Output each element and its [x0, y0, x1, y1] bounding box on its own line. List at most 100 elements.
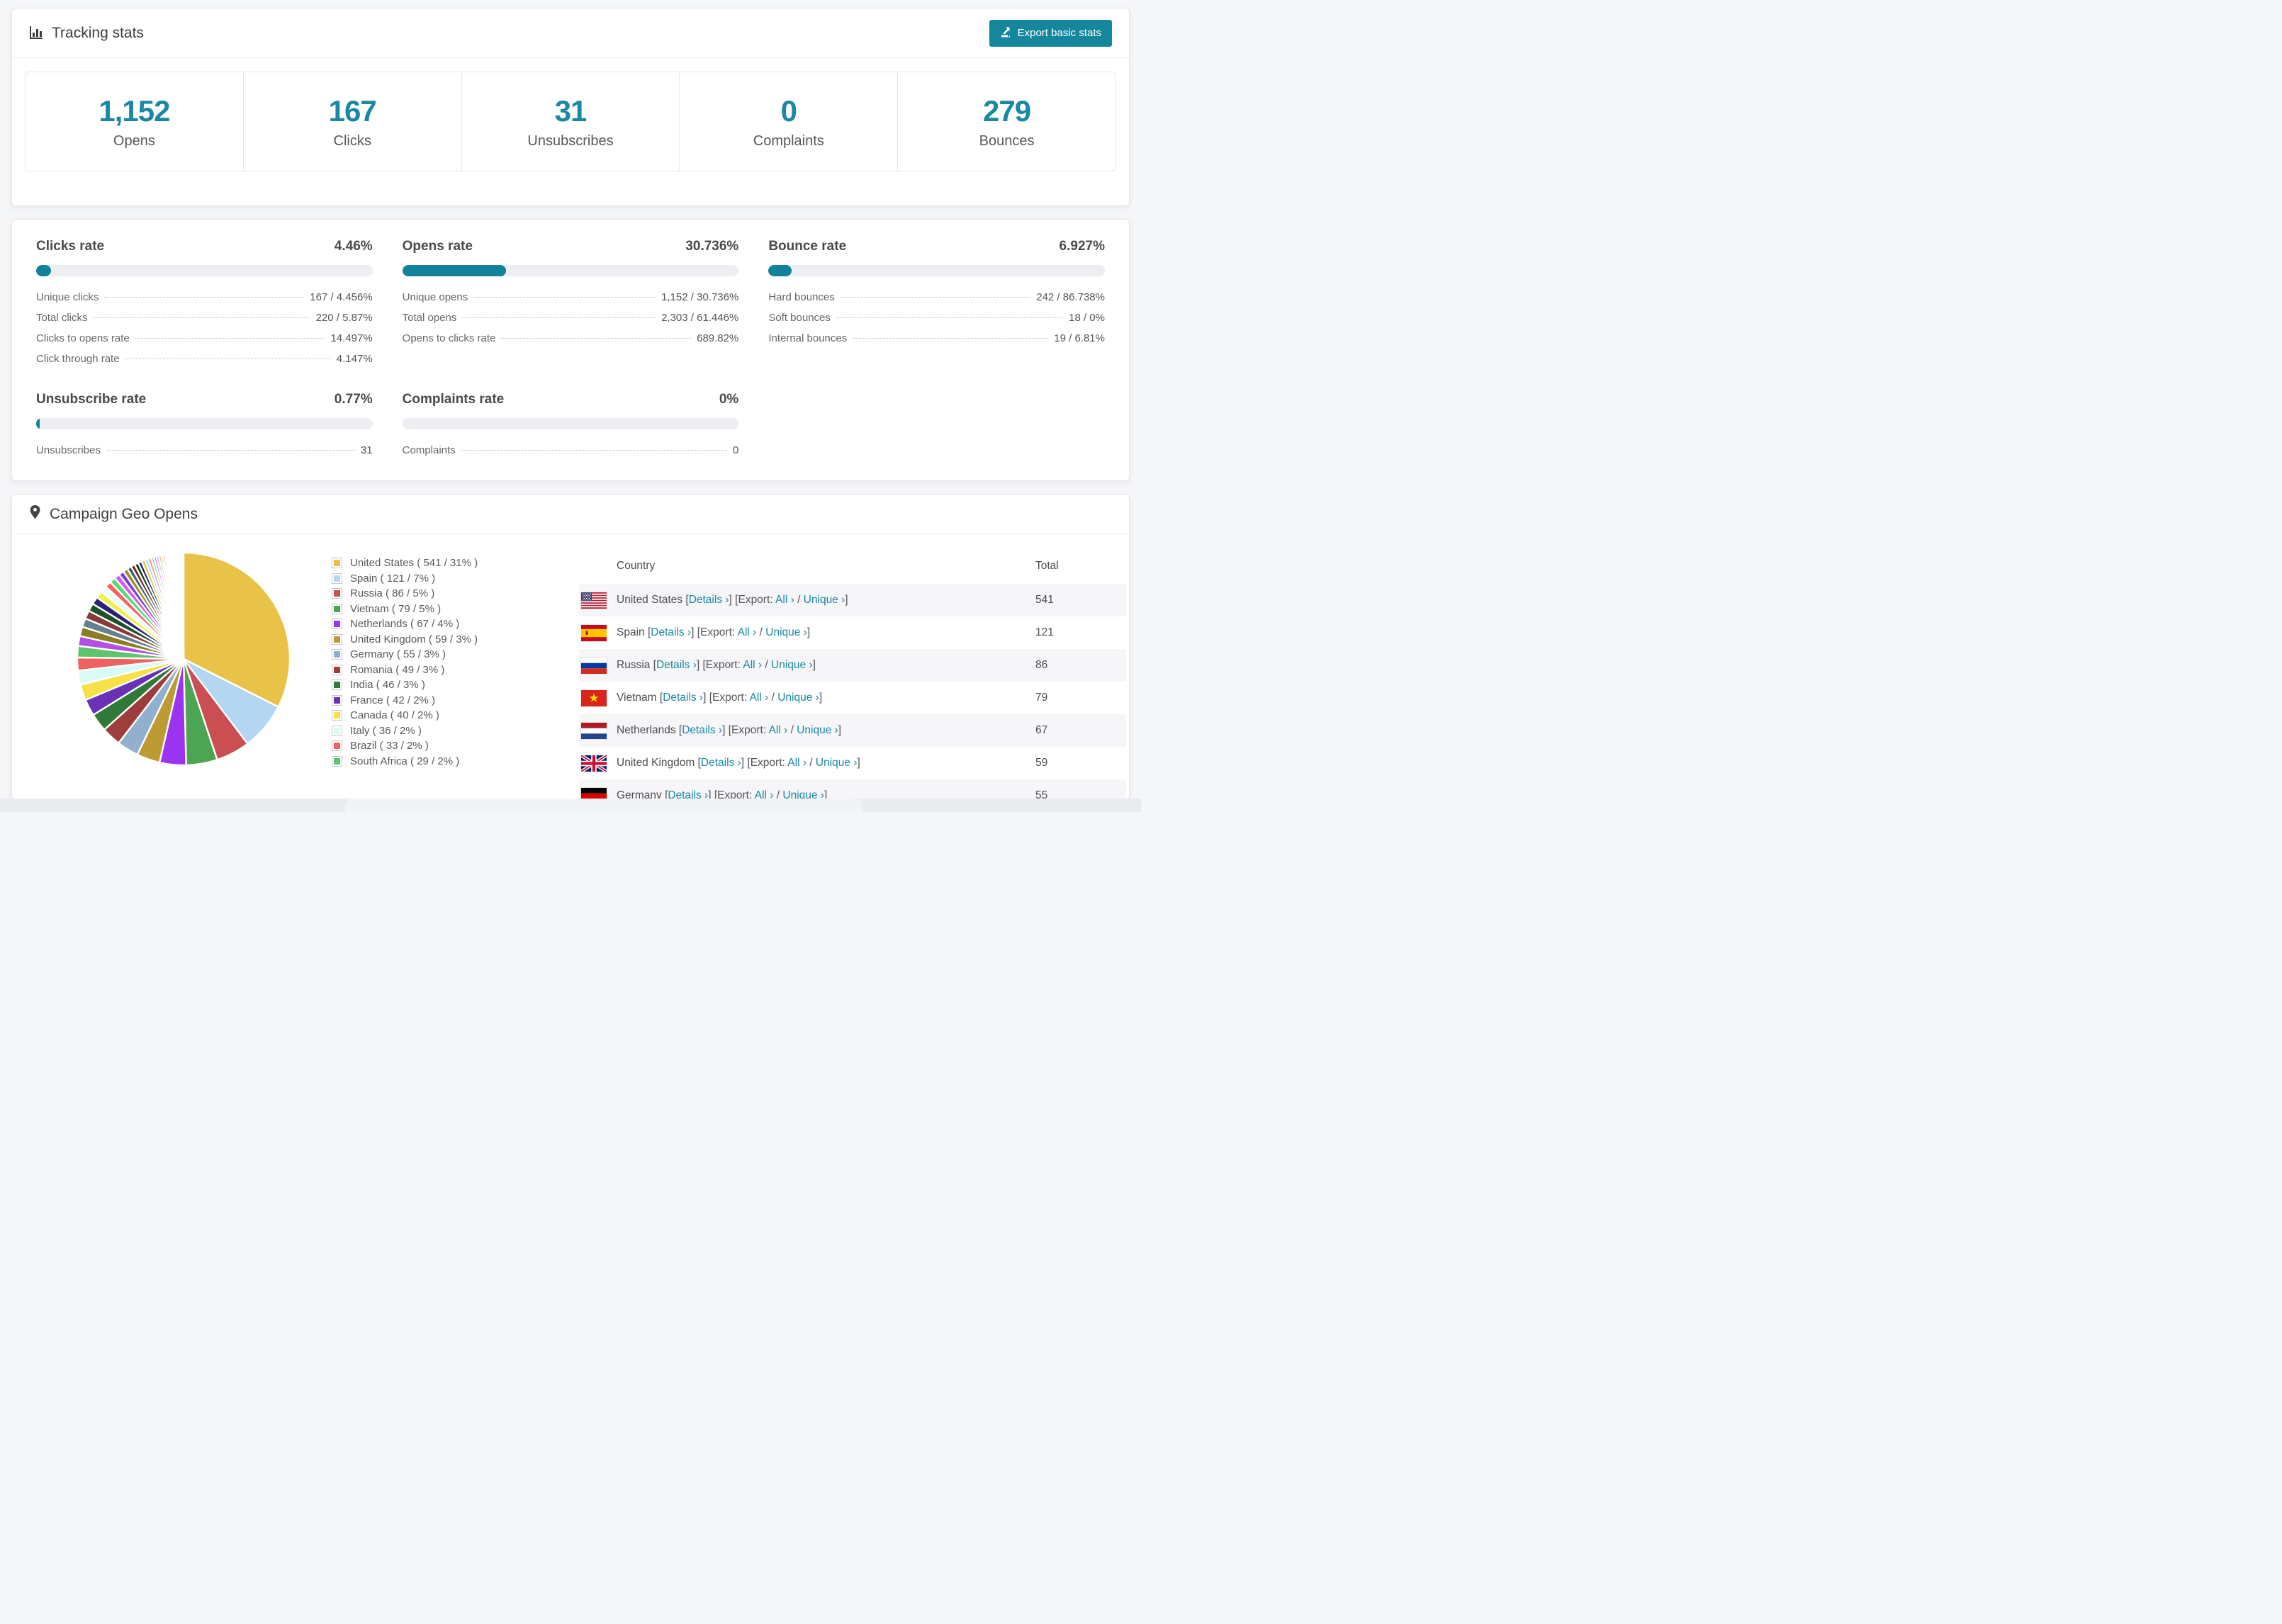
opens-rate-section: Opens rate 30.736% Unique opens 1,152 / … [402, 239, 739, 373]
bounce-rate-section: Bounce rate 6.927% Hard bounces 242 / 86… [768, 239, 1105, 373]
details-link[interactable]: Details › [656, 659, 697, 671]
dotted-leader [462, 317, 656, 318]
progress-track [402, 265, 739, 276]
legend-item: Canada ( 40 / 2% ) [332, 708, 478, 723]
legend-swatch [332, 680, 342, 690]
legend-item: Spain ( 121 / 7% ) [332, 571, 478, 587]
dotted-leader [104, 297, 305, 298]
export-unique-link[interactable]: Unique › [804, 594, 845, 606]
stats-box: 1,152 Opens 167 Clicks 31 Unsubscribes 0… [25, 72, 1116, 171]
section-title: Unsubscribe rate [36, 392, 147, 407]
rate-row: Internal bounces 19 / 6.81% [768, 332, 1105, 344]
details-link[interactable]: Details › [701, 757, 741, 769]
geo-opens-header: Campaign Geo Opens [12, 495, 1129, 534]
tracking-stats-header: Tracking stats Export basic stats [12, 9, 1129, 58]
rate-row: Unique opens 1,152 / 30.736% [402, 291, 739, 303]
legend-item: United States ( 541 / 31% ) [332, 556, 478, 571]
stat-item: 0 Complaints [680, 72, 899, 171]
table-row: United States [Details ›] [Export: All ›… [579, 584, 1126, 616]
dotted-leader [135, 338, 325, 339]
pie-slice [182, 551, 185, 660]
progress-fill [36, 265, 52, 276]
legend-label: India ( 46 / 3% ) [350, 679, 425, 692]
legend-label: United States ( 541 / 31% ) [350, 557, 478, 570]
details-link[interactable]: Details › [689, 594, 729, 606]
export-all-link[interactable]: All › [775, 594, 794, 606]
details-link[interactable]: Details › [682, 724, 722, 736]
export-unique-link[interactable]: Unique › [771, 659, 813, 671]
dotted-leader [501, 338, 692, 339]
stat-value: 279 [983, 94, 1031, 128]
stat-label: Clicks [333, 132, 371, 149]
legend-label: Canada ( 40 / 2% ) [350, 709, 439, 722]
legend-swatch [332, 711, 342, 721]
legend-item: Brazil ( 33 / 2% ) [332, 738, 478, 754]
table-header-row: Country Total [579, 548, 1126, 584]
details-link[interactable]: Details › [663, 692, 703, 704]
export-unique-link[interactable]: Unique › [816, 757, 858, 769]
section-percent: 6.927% [1059, 239, 1105, 254]
dotted-leader [840, 297, 1031, 298]
legend-label: Netherlands ( 67 / 4% ) [350, 618, 460, 631]
rate-row: Hard bounces 242 / 86.738% [768, 291, 1105, 303]
rate-row: Clicks to opens rate 14.497% [36, 332, 373, 344]
rate-row: Unsubscribes 31 [36, 444, 373, 456]
export-all-link[interactable]: All › [787, 757, 806, 769]
legend-item: Italy ( 36 / 2% ) [332, 723, 478, 739]
geo-opens-title: Campaign Geo Opens [50, 505, 198, 522]
progress-track [768, 265, 1105, 276]
export-basic-stats-button[interactable]: Export basic stats [989, 19, 1112, 47]
export-all-link[interactable]: All › [750, 692, 769, 704]
dotted-leader [836, 317, 1064, 318]
export-all-link[interactable]: All › [738, 626, 757, 638]
country-column-header: Country [617, 560, 656, 572]
pie-legend: United States ( 541 / 31% ) Spain ( 121 … [332, 556, 478, 769]
legend-label: United Kingdom ( 59 / 3% ) [350, 633, 478, 645]
table-row: United Kingdom [Details ›] [Export: All … [579, 747, 1126, 779]
dotted-leader [853, 338, 1049, 339]
legend-swatch [332, 573, 342, 583]
rate-row: Total clicks 220 / 5.87% [36, 312, 373, 324]
bottom-scroll-band [0, 799, 1141, 812]
rate-row: Opens to clicks rate 689.82% [402, 332, 739, 344]
clicks-rate-section: Clicks rate 4.46% Unique clicks 167 / 4.… [36, 239, 373, 373]
legend-item: South Africa ( 29 / 2% ) [332, 754, 478, 769]
stats-summary: 1,152 Opens 167 Clicks 31 Unsubscribes 0… [12, 58, 1129, 205]
export-icon [1000, 26, 1011, 40]
rate-row: Click through rate 4.147% [36, 353, 373, 365]
section-percent: 0% [719, 392, 739, 407]
stat-label: Opens [113, 132, 155, 149]
section-title: Opens rate [402, 239, 473, 254]
flag-gb-icon [581, 755, 607, 772]
table-row: Russia [Details ›] [Export: All › / Uniq… [579, 649, 1126, 682]
export-unique-link[interactable]: Unique › [777, 692, 819, 704]
stat-value: 1,152 [99, 94, 170, 128]
export-unique-link[interactable]: Unique › [797, 724, 838, 736]
stat-item: 31 Unsubscribes [462, 72, 680, 171]
export-unique-link[interactable]: Unique › [765, 626, 807, 638]
stat-label: Complaints [753, 132, 824, 149]
table-row: Germany [Details ›] [Export: All › / Uni… [579, 779, 1126, 799]
country-name: United Kingdom [617, 757, 695, 769]
complaints-rate-section: Complaints rate 0% Complaints 0 [402, 392, 739, 465]
legend-label: Brazil ( 33 / 2% ) [350, 740, 429, 752]
legend-swatch [332, 695, 342, 705]
dotted-leader [93, 317, 310, 318]
legend-swatch [332, 589, 342, 599]
geo-opens-body: United States ( 541 / 31% ) Spain ( 121 … [12, 534, 1129, 799]
legend-swatch [332, 741, 342, 751]
stat-label: Bounces [979, 132, 1035, 149]
rate-row: Soft bounces 18 / 0% [768, 312, 1105, 324]
legend-item: Russia ( 86 / 5% ) [332, 586, 478, 602]
legend-label: Russia ( 86 / 5% ) [350, 587, 435, 600]
section-percent: 4.46% [334, 239, 373, 254]
legend-label: Spain ( 121 / 7% ) [350, 572, 436, 585]
country-name: Spain [617, 626, 645, 638]
total-column-header: Total [1035, 560, 1059, 572]
export-all-link[interactable]: All › [743, 659, 762, 671]
rate-row: Complaints 0 [402, 444, 739, 456]
details-link[interactable]: Details › [651, 626, 691, 638]
campaign-geo-opens-card: Campaign Geo Opens United States ( 541 /… [11, 494, 1130, 800]
export-all-link[interactable]: All › [769, 724, 788, 736]
rate-row: Total opens 2,303 / 61.446% [402, 312, 739, 324]
